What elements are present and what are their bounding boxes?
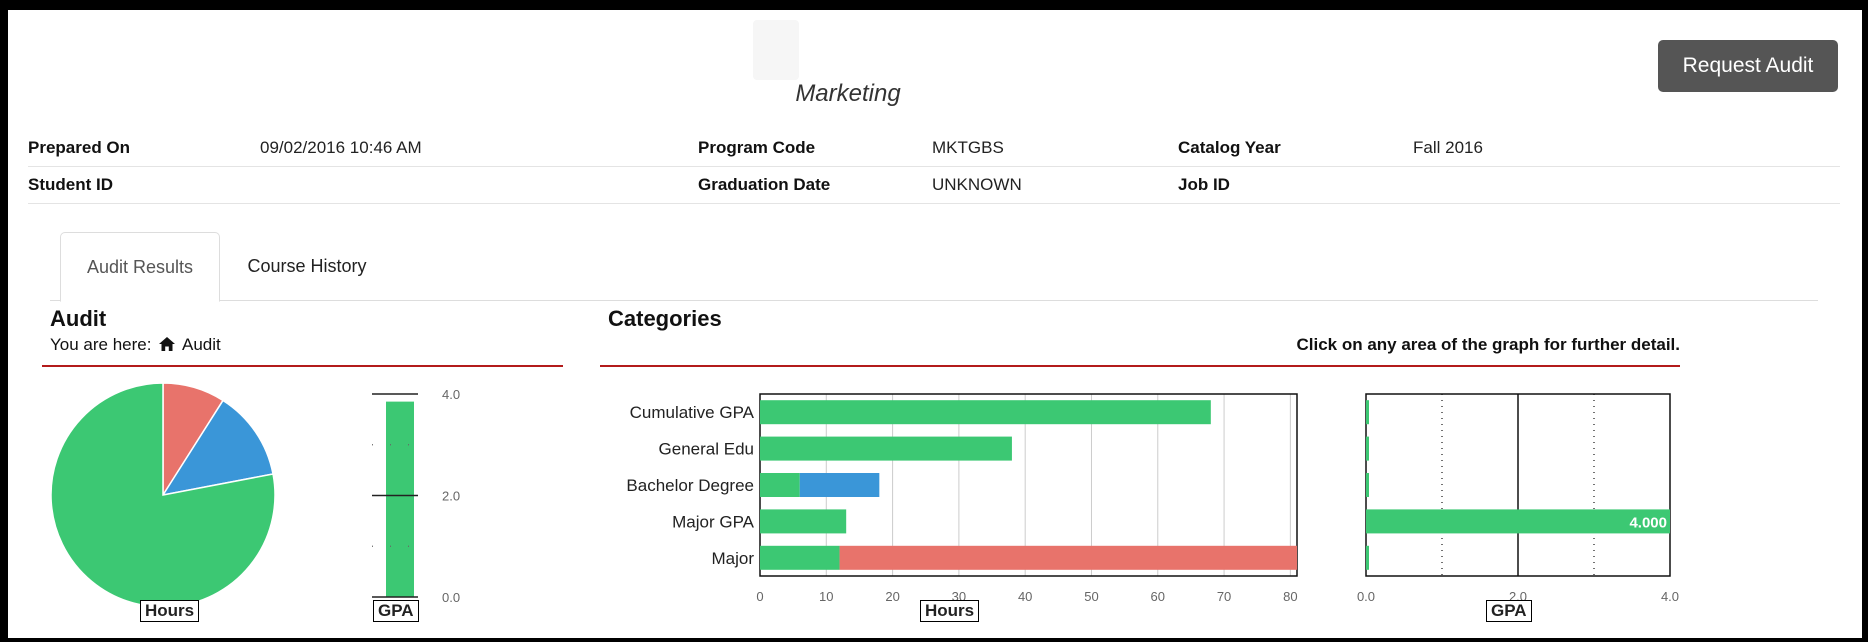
catalog-year-value: Fall 2016 bbox=[1413, 138, 1483, 157]
home-icon[interactable] bbox=[159, 336, 176, 356]
gpa-tick-label: 4.0 bbox=[1661, 589, 1679, 602]
category-hours-bar[interactable] bbox=[760, 400, 1211, 425]
graph-hint: Click on any area of the graph for furth… bbox=[1296, 335, 1680, 354]
request-audit-button[interactable]: Request Audit bbox=[1658, 40, 1838, 92]
gpa-v-tick-label: 2.0 bbox=[442, 489, 460, 504]
category-hours-bar[interactable] bbox=[760, 473, 800, 497]
info-row-1: Prepared On 09/02/2016 10:46 AM Program … bbox=[28, 130, 1840, 167]
category-hours-bar[interactable] bbox=[760, 436, 1012, 461]
category-label: General Edu bbox=[659, 440, 754, 459]
job-id-label: Job ID bbox=[1178, 175, 1230, 194]
hours-tick-label: 40 bbox=[1018, 589, 1032, 602]
graduation-date-value: UNKNOWN bbox=[932, 175, 1022, 194]
categories-heading: Categories bbox=[608, 306, 722, 331]
category-hours-bar[interactable] bbox=[760, 545, 840, 570]
catalog-year-label: Catalog Year bbox=[1178, 138, 1281, 157]
category-hours-axis-label: Hours bbox=[920, 600, 980, 622]
audit-divider bbox=[42, 365, 563, 367]
category-gpa-bar[interactable] bbox=[1366, 436, 1369, 461]
student-id-label: Student ID bbox=[28, 175, 113, 194]
breadcrumb-current: Audit bbox=[181, 335, 221, 354]
audit-page: Marketing Request Audit Prepared On 09/0… bbox=[8, 10, 1862, 638]
category-hours-bar[interactable] bbox=[799, 473, 880, 497]
category-label: Cumulative GPA bbox=[630, 403, 755, 422]
hours-tick-label: 10 bbox=[819, 589, 833, 602]
category-gpa-bar[interactable] bbox=[1366, 473, 1369, 497]
prepared-on-label: Prepared On bbox=[28, 138, 131, 157]
gpa-vertical-chart[interactable]: 0.0 2.0 4.0 bbox=[348, 372, 478, 602]
gpa-tick-label: 0.0 bbox=[1357, 589, 1375, 602]
category-gpa-bar[interactable] bbox=[1366, 509, 1670, 534]
category-hours-bar[interactable] bbox=[760, 509, 847, 534]
category-hours-chart[interactable]: 0 10 20 30 40 50 60 70 80Cumulative GPAGeneral E… bbox=[600, 372, 1310, 602]
hours-tick-label: 70 bbox=[1217, 589, 1231, 602]
category-gpa-bar[interactable] bbox=[1366, 545, 1369, 570]
category-label: Bachelor Degree bbox=[626, 476, 754, 495]
logo bbox=[753, 20, 799, 80]
gpa-vertical-axis-label: GPA bbox=[373, 600, 419, 622]
hours-tick-label: 0 bbox=[756, 589, 763, 602]
category-gpa-chart[interactable]: 4.0000.0 2.0 4.0 bbox=[1348, 372, 1688, 602]
pie-axis-label: Hours bbox=[140, 600, 200, 622]
hours-tick-label: 80 bbox=[1283, 589, 1297, 602]
category-hours-bar[interactable] bbox=[839, 545, 1297, 570]
categories-divider bbox=[600, 365, 1680, 367]
breadcrumb-prefix: You are here: bbox=[50, 335, 152, 354]
tab-audit-results[interactable]: Audit Results bbox=[60, 232, 220, 302]
hours-tick-label: 50 bbox=[1084, 589, 1098, 602]
hours-tick-label: 20 bbox=[885, 589, 899, 602]
prepared-on-value: 09/02/2016 10:46 AM bbox=[260, 138, 422, 157]
tab-bar: Audit Results Course History bbox=[50, 232, 1818, 302]
category-label: Major bbox=[711, 549, 754, 568]
audit-heading: Audit bbox=[50, 306, 107, 331]
breadcrumb: You are here: Audit bbox=[50, 335, 221, 356]
gpa-data-label: 4.000 bbox=[1629, 514, 1667, 531]
tab-course-history[interactable]: Course History bbox=[232, 232, 382, 300]
program-title: Marketing bbox=[795, 80, 901, 107]
gpa-v-tick-label: 4.0 bbox=[442, 387, 460, 402]
info-row-2: Student ID Graduation Date UNKNOWN Job I… bbox=[28, 167, 1840, 204]
hours-pie-chart[interactable] bbox=[48, 370, 298, 610]
program-code-value: MKTGBS bbox=[932, 138, 1004, 157]
category-gpa-axis-label: GPA bbox=[1486, 600, 1532, 622]
category-label: Major GPA bbox=[672, 512, 755, 531]
graduation-date-label: Graduation Date bbox=[698, 175, 831, 194]
gpa-v-tick-label: 0.0 bbox=[442, 590, 460, 602]
hours-tick-label: 60 bbox=[1151, 589, 1165, 602]
category-gpa-bar[interactable] bbox=[1366, 400, 1369, 425]
gpa-bar[interactable] bbox=[386, 401, 414, 597]
program-code-label: Program Code bbox=[698, 138, 816, 157]
